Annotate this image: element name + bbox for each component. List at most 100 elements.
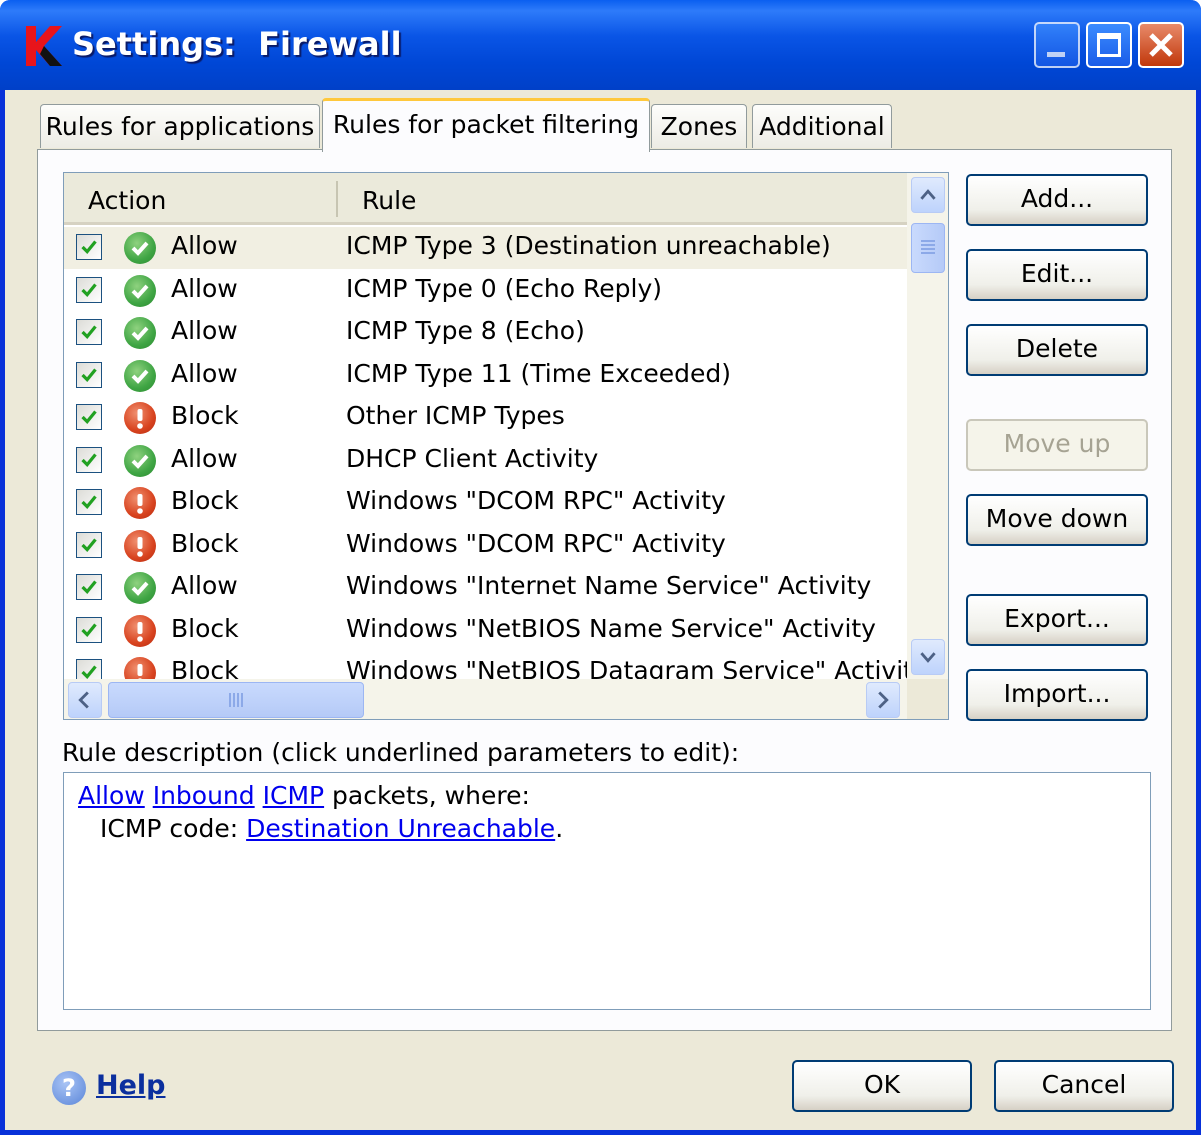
rule-action-label: Block	[171, 656, 239, 679]
description-line-2: ICMP code: Destination Unreachable.	[78, 814, 1136, 843]
move-up-button[interactable]: Move up	[966, 419, 1148, 471]
tab-rules-for-packet-filtering[interactable]: Rules for packet filtering	[322, 98, 650, 152]
icmp-code-link[interactable]: Destination Unreachable	[246, 814, 555, 843]
rules-rows: Allow ICMP Type 3 (Destination unreachabl…	[64, 227, 907, 679]
allow-check-icon	[124, 232, 156, 264]
allow-check-icon	[124, 359, 156, 392]
rule-enabled-checkbox[interactable]	[76, 404, 102, 430]
rule-enabled-checkbox[interactable]	[76, 361, 102, 388]
rule-name-label: ICMP Type 3 (Destination unreachable)	[346, 231, 831, 260]
rule-row[interactable]: Block Windows "NetBIOS Name Service" Acti…	[64, 610, 907, 652]
edit-button[interactable]: Edit...	[966, 249, 1148, 301]
description-line-1: Allow Inbound ICMP packets, where:	[78, 781, 1136, 810]
horizontal-scroll-thumb[interactable]	[108, 682, 364, 718]
chevron-right-icon	[878, 691, 889, 709]
window-title: Settings: Firewall	[72, 25, 402, 63]
tab-additional[interactable]: Additional	[752, 104, 892, 148]
scroll-up-button[interactable]	[911, 177, 945, 213]
scroll-down-button[interactable]	[911, 639, 945, 675]
rule-name-label: ICMP Type 0 (Echo Reply)	[346, 273, 663, 303]
help-icon[interactable]: ?	[52, 1071, 86, 1105]
rule-enabled-checkbox[interactable]	[76, 446, 102, 473]
allow-check-icon	[124, 274, 156, 307]
block-exclamation-icon	[124, 529, 156, 562]
checkmark-icon	[81, 495, 97, 510]
list-header: Action Rule	[64, 173, 907, 225]
rule-enabled-checkbox[interactable]	[76, 616, 102, 643]
rule-action-label: Allow	[171, 571, 238, 600]
rule-row[interactable]: Block Windows "NetBIOS Datagram Service" …	[64, 652, 907, 679]
rule-name-label: ICMP Type 8 (Echo)	[346, 316, 585, 345]
direction-parameter-link[interactable]: Inbound	[153, 781, 255, 810]
column-header-action[interactable]: Action	[88, 186, 166, 215]
minimize-button[interactable]	[1034, 22, 1080, 68]
scroll-left-button[interactable]	[68, 682, 102, 718]
import-button[interactable]: Import...	[966, 669, 1148, 721]
tab-zones[interactable]: Zones	[651, 104, 747, 148]
rule-name-label: Windows "DCOM RPC" Activity	[346, 528, 726, 558]
rule-row[interactable]: Block Windows "DCOM RPC" Activity	[64, 482, 907, 524]
horizontal-scrollbar[interactable]	[64, 679, 907, 719]
vertical-scroll-thumb[interactable]	[911, 223, 945, 273]
chevron-up-icon	[920, 189, 936, 200]
rule-row[interactable]: Block Other ICMP Types	[64, 397, 907, 439]
rule-row[interactable]: Allow DHCP Client Activity	[64, 440, 907, 482]
description-text: packets, where:	[324, 781, 530, 810]
rule-enabled-checkbox[interactable]	[76, 319, 102, 345]
rule-enabled-checkbox[interactable]	[76, 234, 102, 260]
vertical-scrollbar[interactable]	[907, 173, 948, 679]
rule-name-label: Windows "NetBIOS Datagram Service" Activ…	[346, 656, 907, 679]
checkmark-icon	[81, 665, 97, 679]
column-header-rule[interactable]: Rule	[362, 186, 416, 215]
allow-check-icon	[124, 317, 156, 349]
delete-button[interactable]: Delete	[966, 324, 1148, 376]
export-button[interactable]: Export...	[966, 594, 1148, 646]
rule-enabled-checkbox[interactable]	[76, 489, 102, 515]
rule-enabled-checkbox[interactable]	[76, 276, 102, 303]
rule-row[interactable]: Allow ICMP Type 11 (Time Exceeded)	[64, 355, 907, 397]
scroll-corner	[907, 679, 948, 719]
checkmark-icon	[81, 410, 97, 425]
cancel-button[interactable]: Cancel	[994, 1060, 1174, 1112]
chevron-down-icon	[920, 652, 936, 663]
rule-name-label: ICMP Type 11 (Time Exceeded)	[346, 358, 731, 388]
add-button[interactable]: Add...	[966, 174, 1148, 226]
title-bar[interactable]: Settings: Firewall	[0, 0, 1201, 90]
rule-enabled-checkbox[interactable]	[76, 574, 102, 600]
checkmark-icon	[81, 537, 97, 552]
kaspersky-logo-icon	[26, 26, 62, 66]
protocol-parameter-link[interactable]: ICMP	[263, 781, 324, 810]
rule-name-label: Windows "NetBIOS Name Service" Activity	[346, 613, 876, 643]
rule-action-label: Block	[171, 528, 239, 558]
block-exclamation-icon	[124, 402, 156, 434]
rule-description-box: Allow Inbound ICMP packets, where: ICMP …	[63, 772, 1151, 1010]
rule-row[interactable]: Allow ICMP Type 3 (Destination unreachabl…	[64, 227, 907, 269]
rule-action-label: Block	[171, 401, 239, 430]
rule-row[interactable]: Allow ICMP Type 8 (Echo)	[64, 312, 907, 354]
rule-row[interactable]: Allow ICMP Type 0 (Echo Reply)	[64, 270, 907, 312]
ok-button[interactable]: OK	[792, 1060, 972, 1112]
icmp-code-label: ICMP code:	[100, 814, 247, 843]
tab-rules-for-applications[interactable]: Rules for applications	[40, 104, 320, 148]
action-parameter-link[interactable]: Allow	[78, 781, 145, 810]
column-separator[interactable]	[336, 181, 338, 217]
help-link[interactable]: Help	[96, 1070, 166, 1101]
scroll-right-button[interactable]	[866, 682, 900, 718]
close-button[interactable]	[1138, 22, 1184, 68]
maximize-button[interactable]	[1086, 22, 1132, 68]
grip-icon	[921, 240, 935, 254]
rule-row[interactable]: Allow Windows "Internet Name Service" Act…	[64, 567, 907, 609]
checkmark-icon	[81, 580, 97, 595]
rule-action-label: Allow	[171, 273, 238, 303]
rule-enabled-checkbox[interactable]	[76, 659, 102, 679]
rule-row[interactable]: Block Windows "DCOM RPC" Activity	[64, 525, 907, 567]
rule-enabled-checkbox[interactable]	[76, 531, 102, 558]
rule-name-label: DHCP Client Activity	[346, 443, 599, 473]
rule-name-label: Windows "Internet Name Service" Activity	[346, 571, 872, 600]
block-exclamation-icon	[124, 487, 156, 519]
rules-list[interactable]: Action Rule Allow ICMP Type 3 (Destinatio…	[63, 172, 949, 720]
checkmark-icon	[81, 282, 97, 297]
allow-check-icon	[124, 444, 156, 477]
description-period: .	[555, 814, 564, 843]
move-down-button[interactable]: Move down	[966, 494, 1148, 546]
